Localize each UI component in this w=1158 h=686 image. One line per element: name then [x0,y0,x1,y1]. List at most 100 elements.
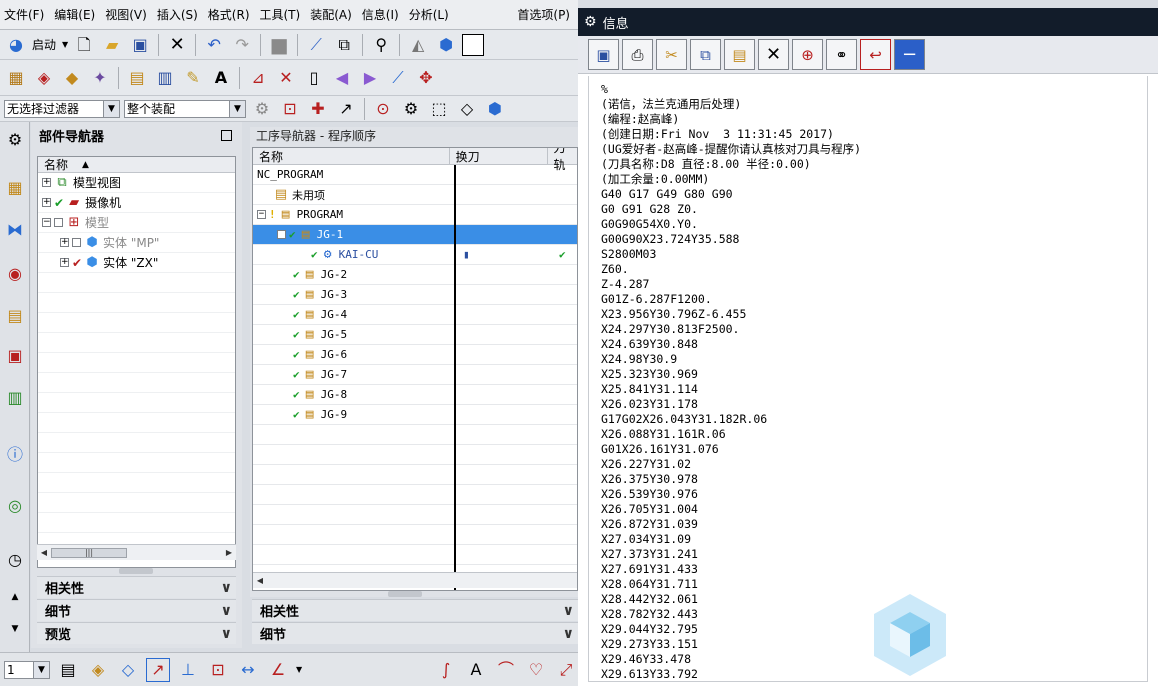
cut-icon[interactable]: ✂ [656,39,687,70]
wcs-origin-icon[interactable]: ⊥ [176,658,200,682]
copy-to-layer-icon[interactable]: ◇ [116,658,140,682]
scroll-left-icon[interactable]: ◀ [253,576,267,585]
delete-icon[interactable]: ✕ [165,33,189,57]
expand-icon[interactable]: + [60,258,69,267]
transform-icon[interactable]: ⟋ [304,33,328,57]
select-point-icon[interactable]: ✚ [306,97,330,121]
tree-node-model-views[interactable]: + ⧉ 模型视图 [38,173,235,193]
scale-icon[interactable]: ⤢ [554,658,578,682]
axis-icon[interactable]: ✕ [274,66,298,90]
menu-tools[interactable]: 工具(T) [260,6,301,23]
create-tool-icon[interactable]: ◈ [32,66,56,90]
chevron-down-icon[interactable]: ∨ [221,580,232,596]
collapse-icon[interactable]: − [277,230,286,239]
menu-file[interactable]: 文件(F) [4,6,44,23]
expand-icon[interactable]: + [60,238,69,247]
reuse-library-icon[interactable]: ▤ [2,302,28,328]
expand-icon[interactable]: + [42,178,51,187]
spline-icon[interactable]: ♡ [524,658,548,682]
copy-icon[interactable]: ⧉ [690,39,721,70]
horizontal-scrollbar[interactable]: ◀ [253,572,577,588]
tree-node-body-mp[interactable]: + ⬢ 实体 "MP" [38,233,235,253]
chevron-down-icon[interactable]: ∨ [563,626,574,642]
edit-object-icon[interactable]: ✎ [181,66,205,90]
dimension-icon[interactable]: ↔ [236,658,260,682]
snap-point-icon[interactable]: ⊙ [371,97,395,121]
paste-icon[interactable]: ▤ [724,39,755,70]
select-filter-icon[interactable]: ⚙ [250,97,274,121]
unchecked-box-icon[interactable] [72,238,81,247]
grid-row-jg-8[interactable]: ✔ ▤ JG-8 [253,385,577,405]
arrow-left-icon[interactable]: ◀ [330,66,354,90]
menu-preferences[interactable]: 首选项(P) [517,6,570,23]
verify-toolpath-icon[interactable]: ▥ [153,66,177,90]
grid-row-nc-program[interactable]: NC_PROGRAM [253,165,577,185]
grid-row-jg-1[interactable]: − ✔ ▤ JG-1 [253,225,577,245]
view-cube-icon[interactable]: ⬢ [434,33,458,57]
zoom-icon[interactable]: ⚲ [369,33,393,57]
chevron-down-icon[interactable]: ∨ [563,603,574,619]
create-geometry-icon[interactable]: ◆ [60,66,84,90]
minimize-icon[interactable]: − [894,39,925,70]
tree-node-body-zx[interactable]: + ✔ ⬢ 实体 "ZX" [38,253,235,273]
accordion-dependencies[interactable]: 相关性 ∨ [37,576,236,598]
measure-icon[interactable]: ⟋ [386,66,410,90]
clear-icon[interactable]: ✕ [758,39,789,70]
splitter-handle[interactable] [119,568,153,574]
create-method-icon[interactable]: ✦ [88,66,112,90]
settings-gear-icon[interactable]: ⚙ [2,126,28,152]
new-file-icon[interactable]: 🗋 [72,33,96,57]
fillet-icon[interactable]: ⌒ [494,658,518,682]
redo-icon[interactable]: ↷ [230,33,254,57]
column-header-name[interactable]: 名称 [253,148,450,164]
open-folder-icon[interactable]: ▰ [100,33,124,57]
menu-insert[interactable]: 插入(S) [157,6,198,23]
word-wrap-icon[interactable]: ↩ [860,39,891,70]
generate-toolpath-icon[interactable]: ▤ [125,66,149,90]
grid-row-jg-7[interactable]: ✔ ▤ JG-7 [253,365,577,385]
snap-options-icon[interactable]: ⚙ [399,97,423,121]
color-swatch-icon[interactable]: ■ [267,33,291,57]
scroll-up-icon[interactable]: ▲ [2,584,28,610]
grid-row-jg-6[interactable]: ✔ ▤ JG-6 [253,345,577,365]
abs-csys-icon[interactable]: ⊿ [246,66,270,90]
column-header-toolpath[interactable]: 刀轨 [548,148,577,172]
accordion-preview[interactable]: 预览 ∨ [37,622,236,644]
grid-row-unused[interactable]: ▤ 未用项 [253,185,577,205]
tree-node-cameras[interactable]: + ✔ ▰ 摄像机 [38,193,235,213]
chevron-down-icon[interactable]: ▼ [33,661,49,678]
text-annotation-icon[interactable]: A [209,66,233,90]
start-icon[interactable]: ◕ [4,33,28,57]
grid-row-jg-3[interactable]: ✔ ▤ JG-3 [253,285,577,305]
text-icon[interactable]: A [464,658,488,682]
chevron-down-icon[interactable]: ▼ [103,100,119,117]
shading-icon[interactable]: ◭ [406,33,430,57]
assembly-navigator-icon[interactable]: ▦ [2,174,28,200]
column-header-tool-change[interactable]: 换刀 [450,148,548,164]
start-label[interactable]: 启动 [32,36,56,53]
select-edge-icon[interactable]: ↗ [334,97,358,121]
collapse-icon[interactable]: − [42,218,51,227]
menu-format[interactable]: 格式(R) [208,6,250,23]
constraint-navigator-icon[interactable]: ⧓ [2,216,28,242]
grid-row-jg-2[interactable]: ✔ ▤ JG-2 [253,265,577,285]
info-title-bar[interactable]: ⚙ 信息 [578,8,1158,36]
background-color-icon[interactable] [462,33,485,56]
sheet-icon[interactable]: ▯ [302,66,326,90]
grid-row-jg-9[interactable]: ✔ ▤ JG-9 [253,405,577,425]
scope-select[interactable]: 整个装配 ▼ [124,99,246,118]
maximize-icon[interactable] [221,130,232,141]
layer-settings-icon[interactable]: ▤ [56,658,80,682]
name-column-header[interactable]: 名称 ▲ [38,157,235,173]
print-icon[interactable]: ⎙ [622,39,653,70]
checked-icon[interactable]: ✔ [54,196,64,210]
arrow-right-icon[interactable]: ▶ [358,66,382,90]
create-program-icon[interactable]: ▦ [4,66,28,90]
collapse-icon[interactable]: − [257,210,266,219]
dropdown-icon[interactable]: ▼ [296,665,302,674]
op-accordion-details[interactable]: 细节 ∨ [252,622,578,644]
op-accordion-dependencies[interactable]: 相关性 ∨ [252,599,578,621]
unchecked-box-icon[interactable] [54,218,63,227]
horizontal-scrollbar[interactable]: ◀ ||| ▶ [37,544,236,560]
scroll-thumb[interactable]: ||| [51,547,127,558]
